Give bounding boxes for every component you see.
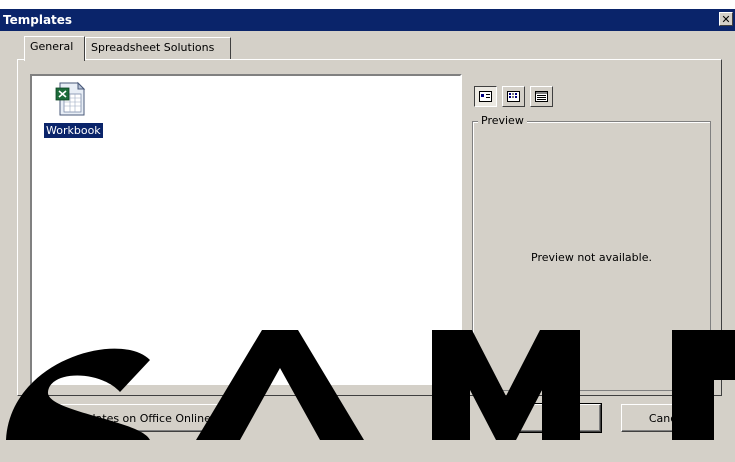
large-icons-view-button[interactable] <box>474 86 497 107</box>
details-icon <box>535 91 548 102</box>
list-icon <box>507 91 520 102</box>
tab-spreadsheet-solutions[interactable]: Spreadsheet Solutions <box>85 37 231 59</box>
tab-general[interactable]: General <box>24 36 85 61</box>
template-list[interactable]: Workbook <box>30 74 462 385</box>
list-view-button[interactable] <box>502 86 525 107</box>
tab-label: Spreadsheet Solutions <box>91 41 215 54</box>
button-label: Templates on Office Online <box>63 411 211 425</box>
preview-message: Preview not available. <box>531 251 652 264</box>
window-title: Templates <box>3 13 73 27</box>
ok-button[interactable]: OK <box>507 403 602 433</box>
preview-label: Preview <box>478 114 527 127</box>
close-icon: ✕ <box>721 13 731 26</box>
templates-online-button[interactable]: Templates on Office Online <box>30 404 244 432</box>
tab-label: General <box>30 40 74 53</box>
cancel-button[interactable]: Cancel <box>621 404 714 432</box>
details-view-button[interactable] <box>530 86 553 107</box>
button-label: Cancel <box>648 411 687 425</box>
template-item-workbook[interactable]: Workbook <box>43 122 104 139</box>
close-button[interactable]: ✕ <box>719 12 733 26</box>
button-label: OK <box>546 411 563 425</box>
large-icons-icon <box>479 91 492 102</box>
title-bar[interactable]: Templates ✕ <box>0 9 735 31</box>
excel-workbook-icon[interactable] <box>52 80 90 118</box>
